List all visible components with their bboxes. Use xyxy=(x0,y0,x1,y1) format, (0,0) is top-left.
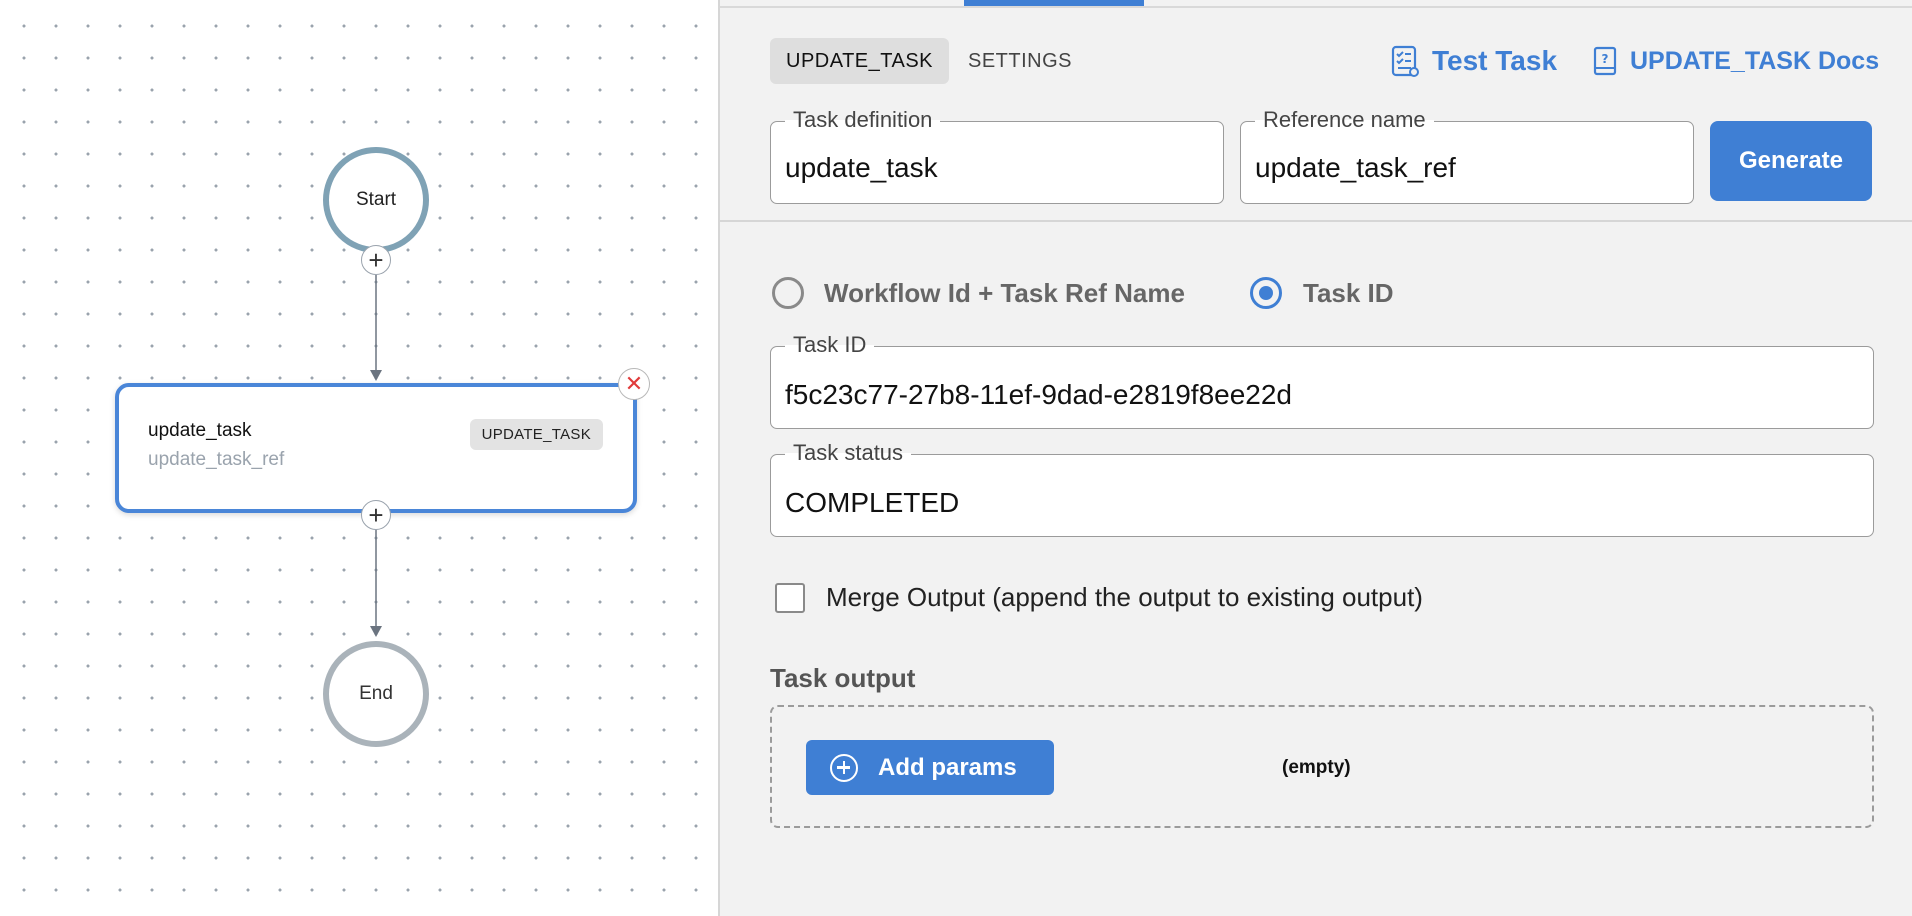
task-definition-value: update_task xyxy=(785,152,938,183)
remove-task-button[interactable]: ✕ xyxy=(618,368,650,400)
task-output-title: Task output xyxy=(770,663,916,693)
start-node[interactable]: Start xyxy=(323,147,429,253)
arrowhead-end xyxy=(370,626,382,637)
task-definition-field[interactable]: Task definition update_task xyxy=(770,107,1224,204)
task-output-box: Add params (empty) xyxy=(770,705,1874,828)
tab-update-task[interactable]: UPDATE_TASK xyxy=(770,38,950,84)
panel-top-accent xyxy=(964,0,1144,6)
radio-task-id[interactable] xyxy=(1250,277,1282,309)
add-circle-icon xyxy=(830,753,858,782)
task-node-reference: update_task_ref xyxy=(148,449,285,470)
task-status-label: Task status xyxy=(785,440,912,466)
task-type-badge: UPDATE_TASK xyxy=(469,419,603,450)
reference-name-label: Reference name xyxy=(1255,107,1434,133)
test-task-link[interactable]: Test Task xyxy=(1390,40,1557,82)
merge-output-label[interactable]: Merge Output (append the output to exist… xyxy=(826,582,1423,613)
radio-workflow-id-ref-name-label[interactable]: Workflow Id + Task Ref Name xyxy=(824,278,1185,309)
merge-output-checkbox[interactable] xyxy=(775,583,805,613)
end-node-label: End xyxy=(359,683,393,704)
plus-icon: + xyxy=(368,500,384,530)
add-params-button[interactable]: Add params xyxy=(806,740,1054,795)
docs-link[interactable]: ? UPDATE_TASK Docs xyxy=(1592,40,1879,82)
task-id-label: Task ID xyxy=(785,332,875,358)
panel-top-divider xyxy=(720,6,1912,8)
task-node-update-task[interactable]: update_task update_task_ref UPDATE_TASK xyxy=(115,383,637,513)
task-id-value: f5c23c77-27b8-11ef-9dad-e2819f8ee22d xyxy=(785,379,1293,410)
task-config-panel: UPDATE_TASK SETTINGS Test Task ? UPDATE_… xyxy=(718,0,1912,916)
task-definition-label: Task definition xyxy=(785,107,941,133)
generate-button[interactable]: Generate xyxy=(1710,121,1872,201)
radio-task-id-label[interactable]: Task ID xyxy=(1303,278,1394,309)
task-id-field[interactable]: Task ID f5c23c77-27b8-11ef-9dad-e2819f8e… xyxy=(770,332,1874,429)
end-node[interactable]: End xyxy=(323,641,429,747)
task-status-value: COMPLETED xyxy=(785,487,960,518)
svg-text:?: ? xyxy=(1602,52,1609,66)
add-task-after-task-button[interactable]: + xyxy=(361,500,391,530)
tab-settings[interactable]: SETTINGS xyxy=(952,38,1088,84)
checklist-icon xyxy=(1391,45,1419,77)
reference-name-value: update_task_ref xyxy=(1255,152,1456,183)
close-icon: ✕ xyxy=(624,371,644,396)
panel-section-divider xyxy=(720,220,1912,222)
docs-label: UPDATE_TASK Docs xyxy=(1630,46,1880,75)
arrowhead-task xyxy=(370,370,382,381)
task-output-empty-label: (empty) xyxy=(1282,757,1351,778)
test-task-label: Test Task xyxy=(1432,45,1558,76)
workflow-canvas[interactable]: Start + update_task update_task_ref UPDA… xyxy=(0,0,718,916)
book-icon: ? xyxy=(1593,46,1617,76)
radio-workflow-id-ref-name[interactable] xyxy=(772,277,804,309)
task-node-name: update_task xyxy=(148,420,252,441)
plus-icon: + xyxy=(368,245,384,275)
reference-name-field[interactable]: Reference name update_task_ref xyxy=(1240,107,1694,204)
task-status-select[interactable]: Task status COMPLETED xyxy=(770,440,1874,537)
add-task-after-start-button[interactable]: + xyxy=(361,245,391,275)
add-params-label: Add params xyxy=(878,753,1017,781)
start-node-label: Start xyxy=(355,189,397,210)
